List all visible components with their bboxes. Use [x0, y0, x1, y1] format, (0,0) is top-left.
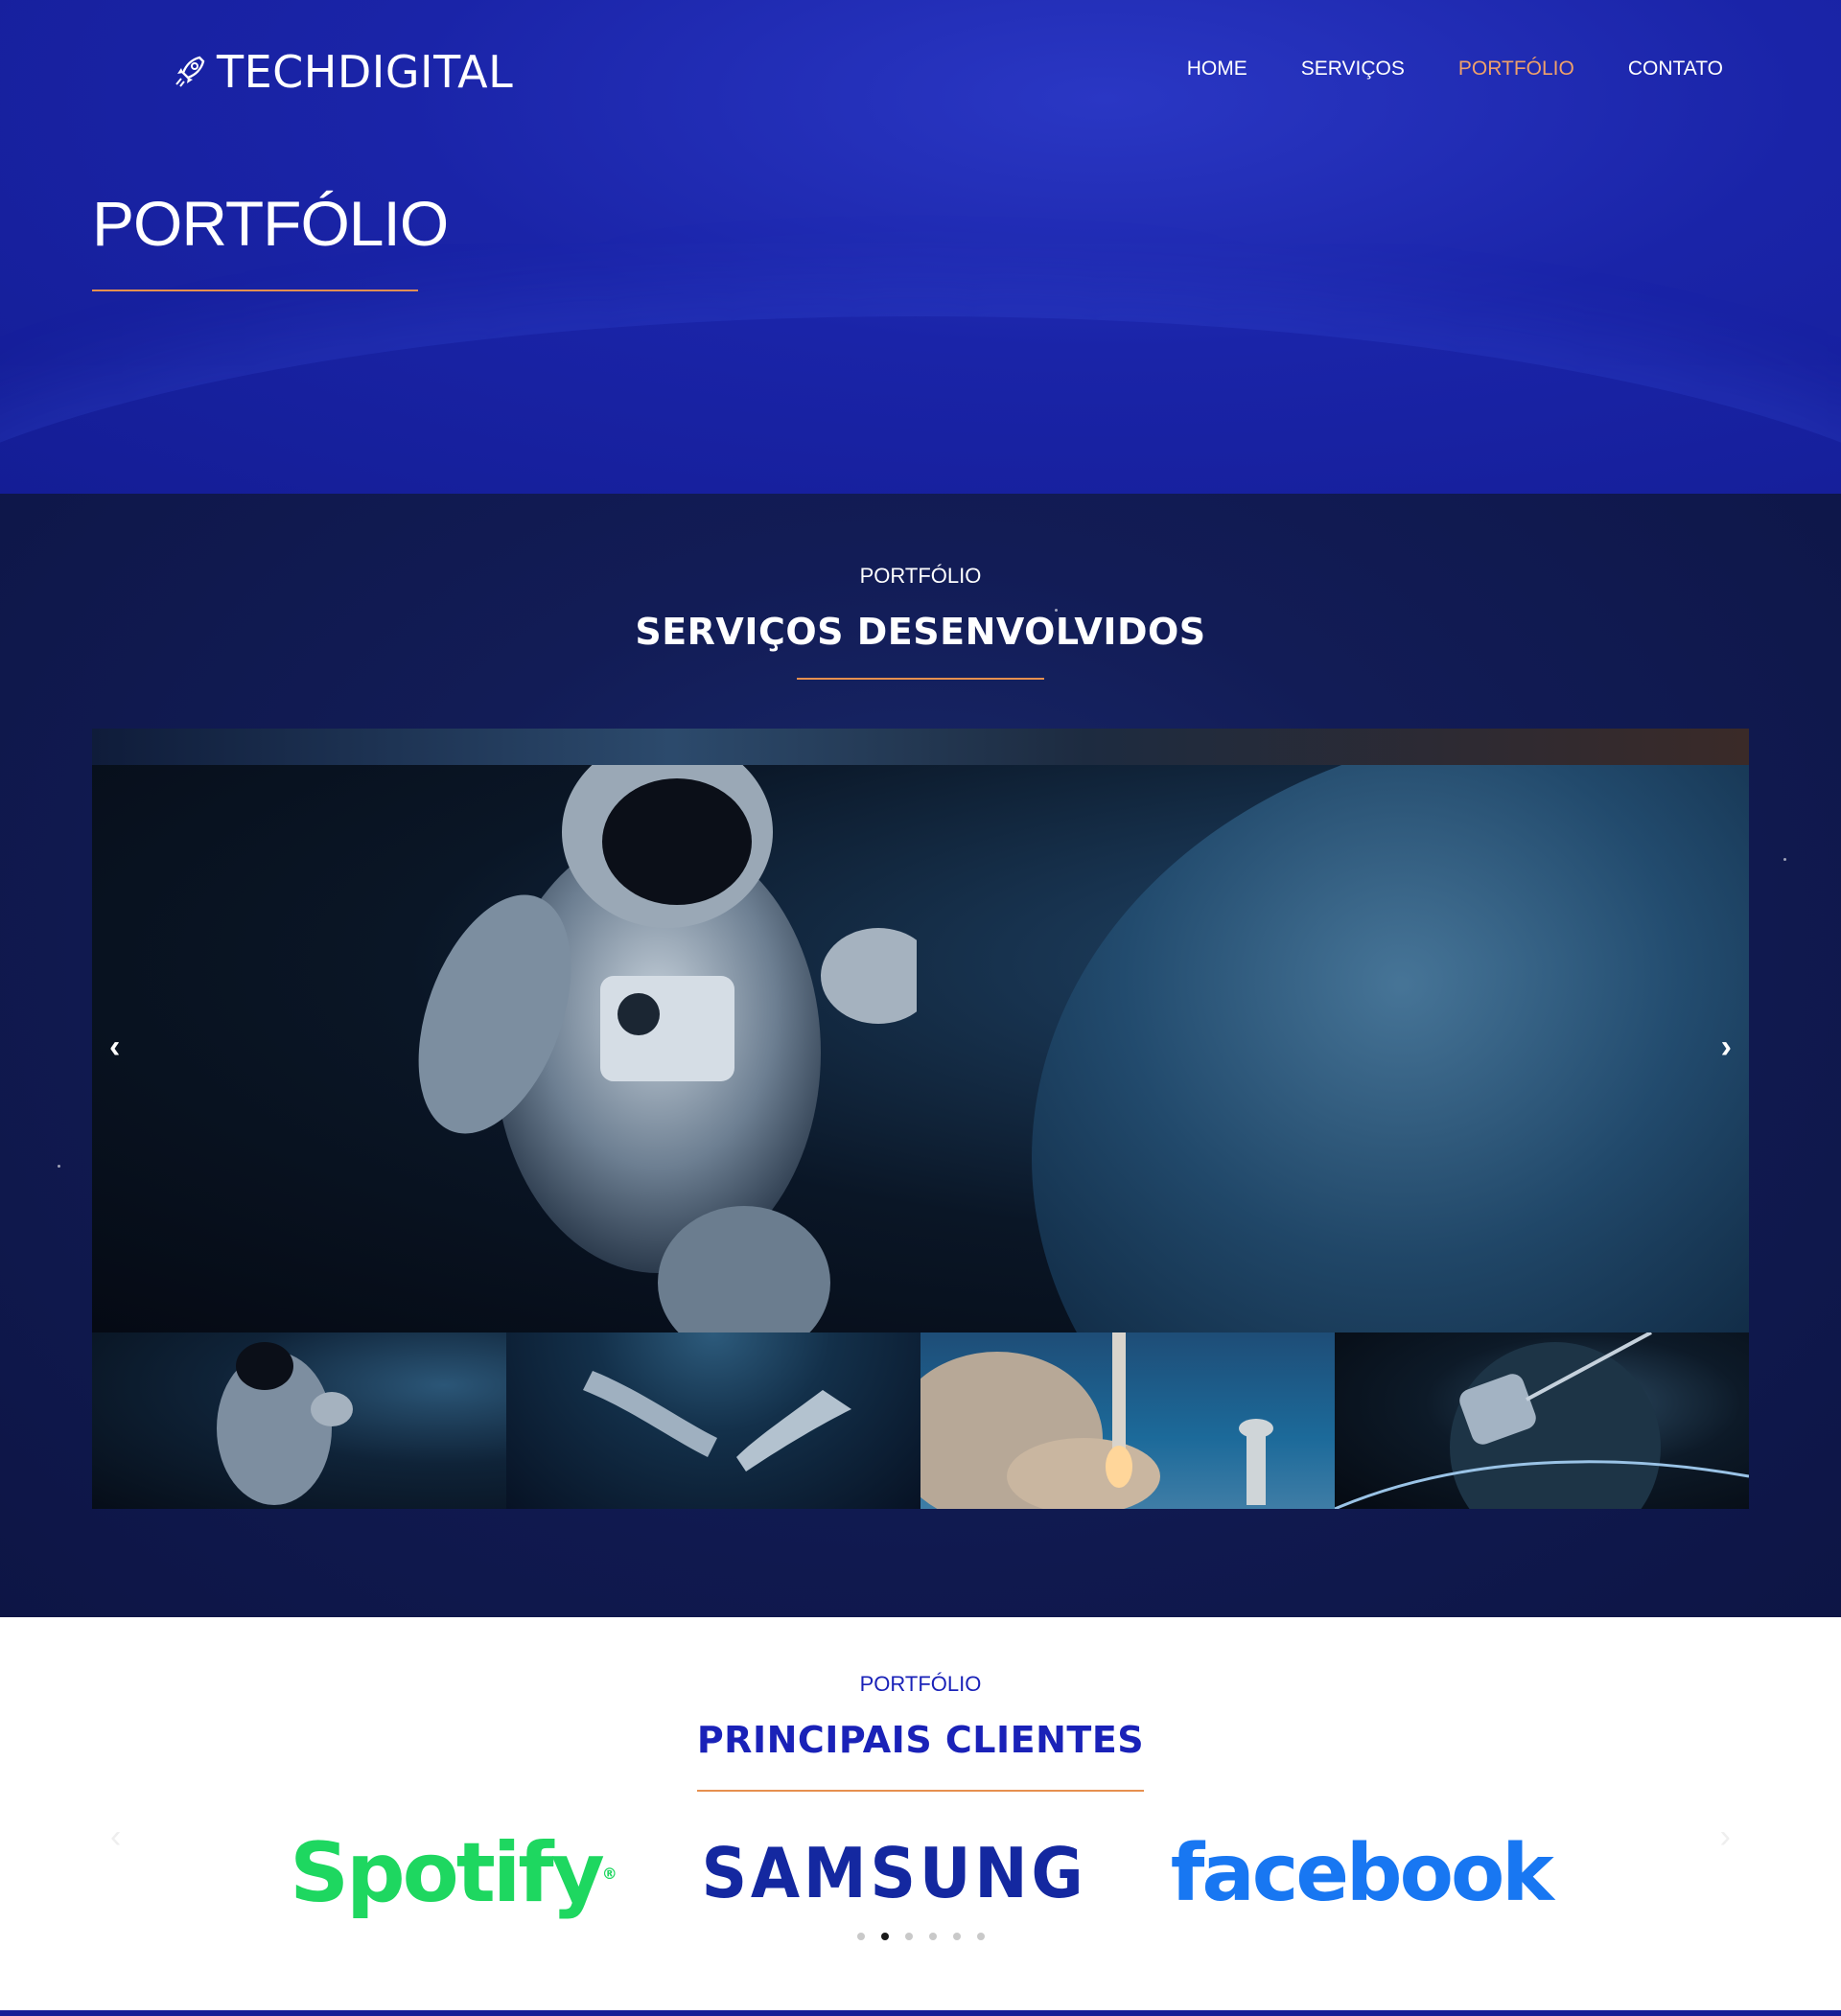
carousel-dot[interactable] — [904, 1933, 913, 1940]
title-underline — [92, 290, 418, 291]
rocket-icon — [171, 50, 211, 95]
carousel-dot[interactable] — [856, 1933, 865, 1940]
page-title: PORTFÓLIO — [92, 188, 449, 259]
carousel-dot[interactable] — [952, 1933, 961, 1940]
section-underline — [797, 678, 1044, 680]
client-logos: Spotify ® SAMSUNG facebook — [0, 1825, 1841, 1921]
spotify-text: Spotify — [290, 1825, 605, 1921]
clients-section: PORTFÓLIO PRINCIPAIS CLIENTES ‹ › Spotif… — [0, 1617, 1841, 2010]
gallery-next-button[interactable]: › — [1721, 1029, 1732, 1066]
nav-contato[interactable]: CONTATO — [1628, 58, 1723, 81]
gallery-prev-button[interactable]: ‹ — [109, 1029, 120, 1066]
carousel-dot[interactable] — [928, 1933, 937, 1940]
facebook-text: facebook — [1170, 1827, 1554, 1919]
logo-text: TECHDIGITAL — [217, 46, 514, 98]
image-frame-top — [92, 729, 1749, 767]
logo[interactable]: TECHDIGITAL — [171, 46, 513, 98]
thumbnail-rocket-launch[interactable] — [920, 1332, 1335, 1509]
carousel-dots — [0, 1933, 1841, 1940]
section-title: SERVIÇOS DESENVOLVIDOS — [635, 611, 1206, 653]
nav-servicos[interactable]: SERVIÇOS — [1301, 58, 1405, 81]
spotify-logo[interactable]: Spotify ® — [290, 1825, 618, 1921]
clients-kicker: PORTFÓLIO — [859, 1672, 982, 1696]
samsung-logo[interactable]: SAMSUNG — [701, 1830, 1086, 1916]
main-nav: HOME SERVIÇOS PORTFÓLIO CONTATO — [1187, 58, 1723, 81]
astronaut-graphic — [418, 765, 917, 1332]
main-slide-image: ‹ › — [92, 765, 1749, 1332]
carousel-dot[interactable] — [976, 1933, 985, 1940]
clients-title: PRINCIPAIS CLIENTES — [696, 1719, 1145, 1761]
thumbnail-astronaut[interactable] — [92, 1332, 506, 1509]
thumbnail-strip — [92, 1332, 1749, 1509]
carousel-dot-active[interactable] — [880, 1933, 889, 1940]
facebook-logo[interactable]: facebook — [1170, 1827, 1554, 1919]
thumbnail-hands[interactable] — [506, 1332, 920, 1509]
samsung-text: SAMSUNG — [701, 1833, 1087, 1913]
nav-portfolio[interactable]: PORTFÓLIO — [1458, 58, 1574, 81]
thumbnail-satellite[interactable] — [1335, 1332, 1749, 1509]
portfolio-gallery-section: PORTFÓLIO SERVIÇOS DESENVOLVIDOS ‹ › — [0, 494, 1841, 1617]
hero-banner: TECHDIGITAL HOME SERVIÇOS PORTFÓLIO CONT… — [0, 0, 1841, 494]
planet-graphic — [1032, 765, 1749, 1332]
nav-home[interactable]: HOME — [1187, 58, 1247, 81]
section-kicker: PORTFÓLIO — [859, 564, 982, 588]
footer-edge — [0, 2010, 1841, 2016]
clients-underline — [697, 1790, 1144, 1792]
